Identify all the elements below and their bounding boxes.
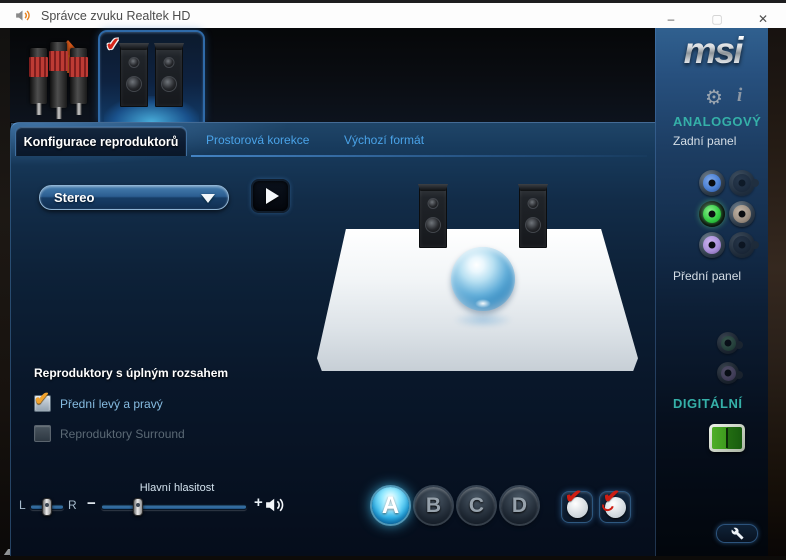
test-speaker-a-button[interactable]: A [372,487,409,524]
front-pair-label: Přední levý a pravý [60,396,163,411]
red-check-icon: ✔ [563,485,583,509]
listener-position-sphere [451,247,515,311]
balance-right-label: R [68,498,77,512]
front-pair-option: ✔ Přední levý a pravý [34,389,163,412]
balance-left-label: L [19,498,26,512]
play-icon [265,188,279,204]
app-speaker-icon [14,8,32,24]
main-volume-slider-thumb[interactable] [133,498,143,516]
rca-plug-icon [69,48,88,104]
default-device-check-icon: ✔ [104,34,122,55]
jack-violet[interactable] [699,232,729,258]
connector-sidebar: msi ⚙ i ANALOGOVÝ Zadní panel Přední pan… [655,28,768,556]
volume-speaker-icon[interactable] [265,496,287,514]
main-volume-label: Hlavní hlasitost [139,482,215,494]
test-speaker-b-button[interactable]: B [415,487,452,524]
balance-slider[interactable] [30,498,64,516]
front-left-speaker-icon[interactable] [419,186,447,248]
speakers-device-tab[interactable]: ✔ [98,30,205,122]
msi-brand-logo: msi [656,30,769,72]
rca-plug-icon [49,42,68,108]
speaker-configuration-panel: Konfigurace reproduktorů Prostorová kore… [10,122,655,556]
speaker-layout-illustration [311,178,656,378]
full-range-heading: Reproduktory s úplným rozsahem [34,366,229,380]
auto-test-play-button[interactable] [251,179,290,213]
listener-reflection [453,312,513,328]
speaker-tower-icon [120,45,148,107]
window-title: Správce zvuku Realtek HD [41,8,191,23]
rca-connectors-graphic [22,34,106,120]
tab-default-format[interactable]: Výchozí formát [344,133,424,147]
optical-port-icon [712,427,742,449]
titlebar: Správce zvuku Realtek HD – ▢ ✕ [0,0,786,28]
front-pair-checkbox[interactable]: ✔ [34,389,51,412]
rear-panel-label: Zadní panel [673,134,737,148]
front-right-speaker-icon[interactable] [519,186,547,248]
info-icon[interactable]: i [737,85,742,107]
app-body: ✔ Konfigurace reproduktorů Prostorová ko… [0,28,786,560]
surround-label: Reproduktory Surround [60,426,185,441]
gear-icon[interactable]: ⚙ [705,85,723,110]
jack-unused-top[interactable] [729,170,759,196]
front-jack-headphone-green[interactable] [717,332,743,354]
front-jack-mic-violet[interactable] [717,362,743,384]
rca-plug-icon [29,48,48,104]
device-advanced-settings-button[interactable] [716,524,758,543]
tab-speaker-configuration[interactable]: Konfigurace reproduktorů [15,126,187,156]
desktop-edge-bottom [0,556,786,560]
realtek-audio-manager-window: Správce zvuku Realtek HD – ▢ ✕ ✔ Konfigu… [0,0,786,560]
spdif-optical-connector[interactable] [709,424,745,452]
digital-heading: DIGITÁLNÍ [673,396,743,411]
connector-settings-button[interactable]: ✔ [561,485,593,523]
jack-unused-bottom[interactable] [729,232,759,258]
tab-room-correction[interactable]: Prostorová korekce [206,133,309,147]
desktop-edge-left [0,28,10,560]
surround-checkbox[interactable] [34,425,51,442]
wrench-icon [731,527,743,540]
device-bar: ✔ [10,28,655,122]
main-volume-slider[interactable] [101,498,247,516]
front-panel-label: Přední panel [673,269,742,283]
surround-option: Reproduktory Surround [34,425,185,442]
chevron-down-icon [201,194,215,203]
desktop-edge-right [768,28,786,560]
red-check-icon: ✔ [601,485,621,509]
test-speaker-c-button[interactable]: C [458,487,495,524]
jack-line-in-blue[interactable] [699,170,729,196]
channel-mode-value: Stereo [54,190,95,205]
analog-heading: ANALOGOVÝ [673,114,762,129]
tab-underline [191,155,647,157]
orange-check-icon: ✔ [34,389,50,410]
volume-decrease-button[interactable]: − [87,495,96,512]
volume-increase-button[interactable]: + [254,494,263,511]
channel-mode-select[interactable]: Stereo [39,185,229,210]
rear-panel-jacks [699,170,759,258]
jack-mic-in-tan[interactable] [729,201,759,227]
balance-slider-thumb[interactable] [42,498,52,516]
speaker-tower-icon [155,45,183,107]
speaker-test-buttons: A B C D [372,487,538,524]
connector-retask-button[interactable]: ✔ [599,485,631,523]
jack-line-out-green[interactable] [699,201,729,227]
test-speaker-d-button[interactable]: D [501,487,538,524]
